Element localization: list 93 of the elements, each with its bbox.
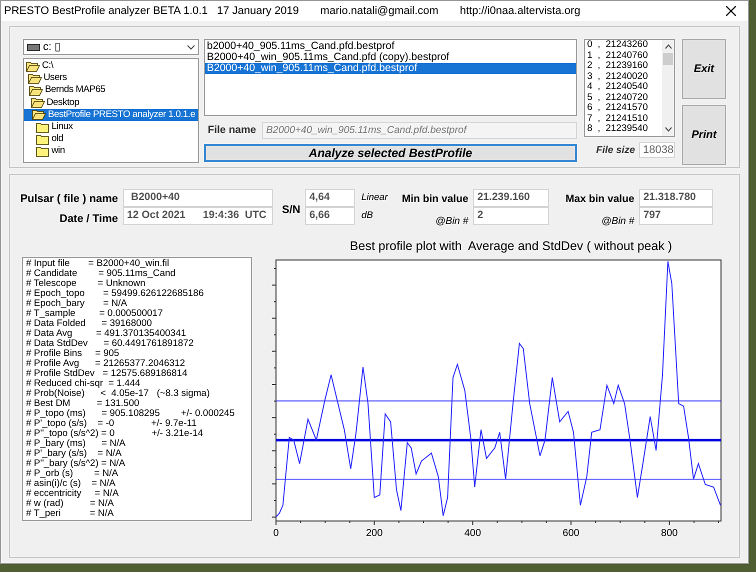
file-name-label: File name [208,122,256,138]
report-line: # P_bary (ms) = N/A [26,439,127,449]
report-line: # P_topo (ms) = 905.108295 +/- 0.000245 [26,409,236,419]
min-bin-value-field: 21.239.160 [473,189,550,207]
bin-value-item[interactable]: 5 , 21240720 [587,92,662,103]
report-line: # Candidate = 905.11ms_Cand [26,269,177,279]
bin-value-item[interactable]: 3 , 21240020 [587,72,662,82]
open-folder-icon [28,72,42,84]
window-title: PRESTO BestProfile analyzer BETA 1.0.1 17 January 2019 mario.natali@gmail.com http://i0naa.altervista.org [4,4,580,19]
report-line: # Reduced chi-sqr = 1.444 [26,379,142,389]
folder-tree-item[interactable]: win [24,145,198,158]
report-line: # Data Folded = 39168000 [26,319,153,329]
report-line: # Epoch_bary = N/A [26,299,128,309]
bin-value-item[interactable]: 8 , 21239540 [587,124,662,134]
report-line: # Prob(Noise) < 4.05e-17 (~8.3 sigma) [26,389,211,399]
scroll-thumb[interactable] [663,53,673,65]
min-bin-index-label: @Bin # [435,214,468,229]
folder-tree-item[interactable]: Bernds MAP65 [24,84,198,97]
bin-value-item[interactable]: 0 , 21243260 [587,40,662,50]
folder-tree-item[interactable]: Desktop [24,96,198,109]
close-icon[interactable] [726,6,736,16]
report-line: # Best DM = 131.500 [26,399,140,409]
report-line: # Profile Avg = 21265377.2046312 [26,359,186,369]
report-line: # asin(i)/c (s) = N/A [26,479,116,489]
report-line: # Profile Bins = 905 [26,349,120,359]
max-bin-label: Max bin value [565,192,634,207]
folder-icon [36,134,50,145]
report-line: # Profile StdDev = 12575.689186814 [26,369,188,379]
file-list-item[interactable]: B2000+40_win_905.11ms_Cand.pfd (copy).bestprof [204,52,576,63]
print-button[interactable]: Print [682,105,726,165]
file-size-label: File size [596,144,635,158]
x-tick-label: 200 [366,528,383,539]
sn-value-field: 4,64 [305,189,356,207]
report-line: # Data StdDev = 60.4491761891872 [26,339,195,349]
open-folder-icon [32,109,46,120]
x-tick-label: 800 [661,528,678,539]
report-line: # P''_topo (s/s^2) = 0 +/- 3.21e-14 [26,429,204,439]
open-folder-icon [29,84,43,96]
folder-tree-item[interactable]: Users [24,72,198,84]
report-line: # P_orb (s) = N/A [26,469,120,479]
pulsar-name-field: B2000+40 [123,189,273,207]
scrollbar[interactable] [662,40,674,136]
x-tick-label: 400 [464,528,482,539]
analyze-button[interactable]: Analyze selected BestProfile [204,144,578,162]
folder-tree-item[interactable]: BestProfile PRESTO analyzer 1.0.1.e [24,108,198,121]
report-line: # Telescope = Unknown [26,279,146,289]
x-tick-label: 600 [562,528,580,539]
report-line: # Data Avg = 491.370135400341 [26,329,188,339]
drive-value: c: ▯ [43,40,62,55]
date-time-field: 12 Oct 2021 19:4:36 UTC [123,207,273,225]
open-folder-icon [30,97,44,108]
bin-value-item[interactable]: 6 , 21241570 [587,103,662,114]
report-line: # P''_bary (s/s^2) = N/A [26,459,126,469]
min-bin-label: Min bin value [402,192,468,207]
chevron-down-icon [186,44,195,50]
min-bin-index-field: 2 [473,207,550,225]
drive-icon [27,44,40,50]
sn-unit-label: Linear [361,190,389,205]
chart-title: Best profile plot with Average and StdDev ( without peak ) [350,238,672,253]
x-tick-label: 0 [273,528,279,539]
file-size-field: 18038 [639,142,675,158]
pulsar-name-label: Pulsar ( file ) name [20,192,118,207]
file-list-item[interactable]: b2000+40_905.11ms_Cand.pfd.bestprof [204,41,576,52]
max-bin-value-field: 21.318.780 [639,189,714,207]
folder-tree-item[interactable]: old [24,133,198,146]
report-line: # P'_topo (s/s) = -0 +/- 9.7e-11 [26,419,198,429]
bin-value-item[interactable]: 1 , 21240760 [587,50,662,61]
sn-label: S/N [282,202,300,218]
bin-value-item[interactable]: 4 , 21240540 [587,82,662,92]
file-list-item[interactable]: B2000+40_win_905.11ms_Cand.pfd.bestprof [204,63,576,74]
scroll-up-icon[interactable] [664,44,672,49]
folder-icon [36,146,50,157]
report-line: # Input file = B2000+40_win.fil [26,259,170,269]
scroll-down-icon[interactable] [664,127,672,132]
report-line: # Epoch_topo = 59499.626122685186 [26,289,205,299]
report-line: # P'_bary (s/s) = N/A [26,449,123,459]
date-time-label: Date / Time [60,212,118,226]
folder-tree-item[interactable]: Linux [24,120,198,134]
report-line: # eccentricity = N/A [26,489,120,499]
file-name-field[interactable]: B2000+40_win_905.11ms_Cand.pfd.bestprof [262,122,578,139]
report-line: # T_sample = 0.000500017 [26,309,164,319]
max-bin-index-field: 797 [639,207,714,225]
report-line: # w (rad) = N/A [26,499,115,509]
open-folder-icon [26,60,40,72]
report-line: # T_peri = N/A [26,509,115,519]
drive-dropdown[interactable]: c: ▯ [23,39,199,55]
sn-value-field: 6,66 [305,207,356,225]
bin-value-item[interactable]: 2 , 21239160 [587,61,662,72]
folder-tree-item[interactable]: C:\ [24,60,198,72]
exit-button[interactable]: Exit [682,39,726,99]
bin-value-item[interactable]: 7 , 21241510 [587,114,662,124]
max-bin-index-label: @Bin # [601,214,634,229]
sn-unit-label: dB [361,208,374,223]
